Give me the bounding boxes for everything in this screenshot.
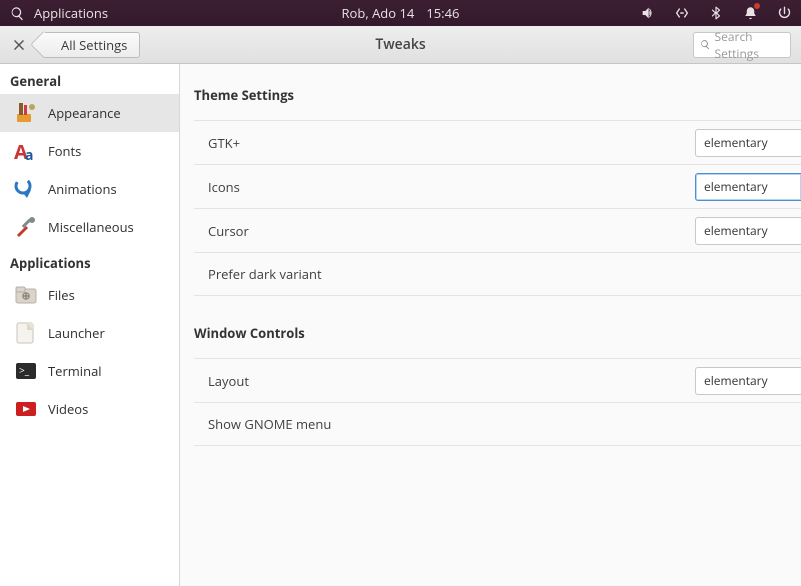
- row-label: Prefer dark variant: [208, 265, 322, 283]
- row-label: Cursor: [208, 222, 249, 240]
- dropdown-icons[interactable]: elementary: [695, 173, 801, 201]
- sidebar-item-label: Animations: [48, 180, 117, 198]
- sidebar-item-fonts[interactable]: Fonts: [0, 132, 179, 170]
- sidebar-item-animations[interactable]: Animations: [0, 170, 179, 208]
- files-icon: [14, 283, 38, 307]
- back-button-label: All Settings: [61, 36, 127, 54]
- sidebar-item-label: Fonts: [48, 142, 81, 160]
- sidebar-item-label: Miscellaneous: [48, 218, 134, 236]
- row-label: GTK+: [208, 134, 240, 152]
- search-input[interactable]: Search Settings: [693, 32, 791, 58]
- videos-icon: [14, 397, 38, 421]
- panel-date[interactable]: Rob, Ado 14: [342, 4, 415, 22]
- bluetooth-icon[interactable]: [707, 4, 725, 22]
- section-title: Window Controls: [194, 324, 801, 342]
- close-button[interactable]: [10, 36, 28, 54]
- volume-icon[interactable]: [639, 4, 657, 22]
- dropdown-layout[interactable]: elementary: [695, 367, 801, 395]
- sidebar-category: Applications: [0, 246, 179, 276]
- network-icon[interactable]: [673, 4, 691, 22]
- window-title: Tweaks: [375, 35, 425, 54]
- search-icon[interactable]: [8, 4, 26, 22]
- dropdown-gtk-[interactable]: elementary: [695, 129, 801, 157]
- section-title: Theme Settings: [194, 86, 801, 104]
- sidebar-item-label: Terminal: [48, 362, 102, 380]
- row-label: Icons: [208, 178, 240, 196]
- settings-row: Cursor elementary: [194, 208, 801, 252]
- terminal-icon: [14, 359, 38, 383]
- brush-icon: [14, 101, 38, 125]
- panel-time[interactable]: 15:46: [426, 4, 459, 22]
- window-toolbar: All Settings Tweaks Search Settings: [0, 26, 801, 64]
- applications-menu[interactable]: Applications: [34, 4, 108, 22]
- dropdown-cursor[interactable]: elementary: [695, 217, 801, 245]
- animations-icon: [14, 177, 38, 201]
- tools-icon: [14, 215, 38, 239]
- power-icon[interactable]: [775, 4, 793, 22]
- desktop-top-panel: Applications Rob, Ado 14 15:46: [0, 0, 801, 26]
- sidebar-item-terminal[interactable]: Terminal: [0, 352, 179, 390]
- sidebar-item-label: Files: [48, 286, 75, 304]
- sidebar-item-files[interactable]: Files: [0, 276, 179, 314]
- content-pane: Theme Settings GTK+ elementary Icons element…: [180, 64, 801, 586]
- fonts-icon: [14, 139, 38, 163]
- all-settings-button[interactable]: All Settings: [42, 32, 140, 58]
- sidebar-item-label: Launcher: [48, 324, 105, 342]
- search-placeholder: Search Settings: [715, 28, 784, 62]
- row-label: Show GNOME menu: [208, 415, 331, 433]
- sidebar-item-launcher[interactable]: Launcher: [0, 314, 179, 352]
- sidebar-item-miscellaneous[interactable]: Miscellaneous: [0, 208, 179, 246]
- sidebar: General Appearance Fonts Animations Miscella…: [0, 64, 180, 586]
- sidebar-item-label: Videos: [48, 400, 88, 418]
- settings-row: Layout elementary: [194, 358, 801, 402]
- settings-row: Prefer dark variant: [194, 252, 801, 296]
- row-label: Layout: [208, 372, 249, 390]
- sidebar-category: General: [0, 64, 179, 94]
- settings-row: Icons elementary: [194, 164, 801, 208]
- settings-row: Show GNOME menu: [194, 402, 801, 446]
- sidebar-item-videos[interactable]: Videos: [0, 390, 179, 428]
- sidebar-item-label: Appearance: [48, 104, 121, 122]
- notifications-icon[interactable]: [741, 4, 759, 22]
- sidebar-item-appearance[interactable]: Appearance: [0, 94, 179, 132]
- launcher-icon: [14, 321, 38, 345]
- settings-row: GTK+ elementary: [194, 120, 801, 164]
